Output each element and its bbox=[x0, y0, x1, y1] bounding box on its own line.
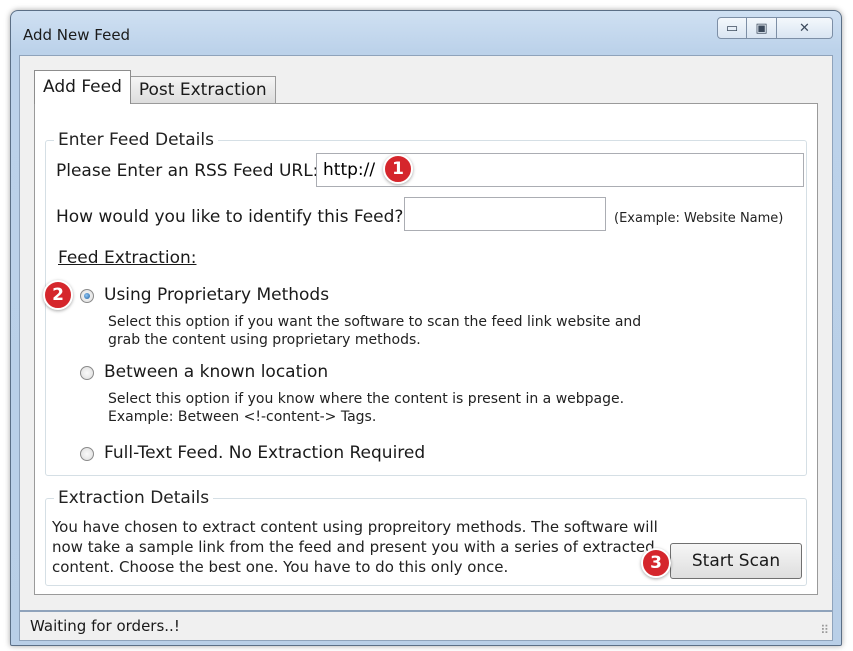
known-location-radio[interactable] bbox=[80, 366, 94, 380]
tab-strip: Add Feed Post Extraction bbox=[34, 70, 276, 104]
proprietary-desc-line-2: grab the content using proprietary metho… bbox=[108, 332, 421, 348]
known-location-desc-line-2: Example: Between <!-content-> Tags. bbox=[108, 409, 377, 425]
feed-extraction-heading: Feed Extraction: bbox=[58, 248, 197, 268]
rss-url-label: Please Enter an RSS Feed URL: bbox=[56, 161, 319, 181]
window-title: Add New Feed bbox=[23, 26, 131, 44]
full-text-label[interactable]: Full-Text Feed. No Extraction Required bbox=[104, 443, 425, 463]
tab-post-extraction[interactable]: Post Extraction bbox=[129, 76, 276, 104]
maximize-icon: ▣ bbox=[755, 20, 768, 36]
close-button[interactable]: ✕ bbox=[777, 17, 833, 39]
extraction-details-group: Extraction Details You have chosen to ex… bbox=[45, 488, 807, 586]
callout-marker-1: 1 bbox=[383, 154, 413, 184]
proprietary-desc-line-1: Select this option if you want the softw… bbox=[108, 314, 642, 330]
add-new-feed-window: Add New Feed ▭ ▣ ✕ Add Feed Post Extract… bbox=[10, 10, 842, 646]
extraction-details-line-2: now take a sample link from the feed and… bbox=[52, 538, 655, 556]
extraction-details-group-label: Extraction Details bbox=[54, 488, 214, 508]
close-icon: ✕ bbox=[799, 20, 810, 36]
known-location-label[interactable]: Between a known location bbox=[104, 362, 328, 382]
feed-name-hint: (Example: Website Name) bbox=[614, 211, 784, 226]
proprietary-label[interactable]: Using Proprietary Methods bbox=[104, 285, 329, 305]
extraction-details-line-3: content. Choose the best one. You have t… bbox=[52, 558, 509, 576]
extraction-details-line-1: You have chosen to extract content using… bbox=[52, 518, 658, 536]
start-scan-button[interactable]: Start Scan bbox=[670, 543, 802, 579]
resize-grip-icon[interactable]: ⠿ bbox=[820, 623, 829, 637]
feed-name-input[interactable] bbox=[404, 197, 606, 231]
tab-add-feed[interactable]: Add Feed bbox=[34, 70, 131, 104]
feed-name-label: How would you like to identify this Feed… bbox=[56, 207, 404, 227]
maximize-button[interactable]: ▣ bbox=[747, 17, 777, 39]
minimize-button[interactable]: ▭ bbox=[717, 17, 747, 39]
feed-details-group-label: Enter Feed Details bbox=[54, 130, 218, 150]
window-controls: ▭ ▣ ✕ bbox=[717, 17, 833, 41]
status-bar: Waiting for orders..! ⠿ bbox=[19, 611, 833, 641]
dialog-body: Add Feed Post Extraction Enter Feed Deta… bbox=[19, 55, 833, 611]
title-bar[interactable]: Add New Feed ▭ ▣ ✕ bbox=[11, 11, 841, 55]
add-feed-panel: Enter Feed Details Please Enter an RSS F… bbox=[34, 103, 818, 595]
known-location-desc-line-1: Select this option if you know where the… bbox=[108, 391, 625, 407]
status-text: Waiting for orders..! bbox=[30, 617, 180, 635]
callout-marker-3: 3 bbox=[641, 548, 671, 578]
proprietary-radio[interactable] bbox=[80, 289, 94, 303]
feed-details-group: Enter Feed Details Please Enter an RSS F… bbox=[45, 130, 807, 476]
callout-marker-2: 2 bbox=[43, 280, 73, 310]
full-text-radio[interactable] bbox=[80, 447, 94, 461]
minimize-icon: ▭ bbox=[725, 20, 739, 36]
